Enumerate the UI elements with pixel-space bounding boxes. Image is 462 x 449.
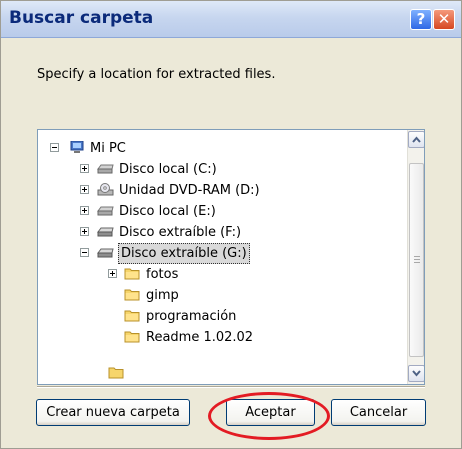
scroll-up-button[interactable] bbox=[408, 131, 424, 148]
folder-tree[interactable]: Mi PC Disco local (C:) Unidad DVD-RAM (D… bbox=[37, 129, 425, 385]
tree-item-label: gimp bbox=[146, 288, 179, 303]
expand-icon[interactable] bbox=[80, 206, 89, 215]
title-bar[interactable]: Buscar carpeta ? ✕ bbox=[1, 1, 461, 38]
chevron-up-icon bbox=[412, 136, 421, 143]
removable-drive-icon bbox=[97, 227, 114, 237]
tree-item-label: fotos bbox=[146, 267, 179, 282]
tree-item-disco-extraible-f[interactable]: Disco extraíble (F:) bbox=[48, 222, 388, 243]
new-folder-button[interactable]: Crear nueva carpeta bbox=[36, 399, 190, 426]
folder-icon bbox=[108, 367, 124, 379]
dialog-description: Specify a location for extracted files. bbox=[37, 67, 276, 82]
tree-item-partial[interactable] bbox=[48, 355, 388, 384]
tree-item-label: Disco extraíble (G:) bbox=[118, 243, 250, 264]
tree-item-unidad-dvd-ram-d[interactable]: Unidad DVD-RAM (D:) bbox=[48, 180, 388, 201]
tree-item-readme[interactable]: Readme 1.02.02 bbox=[48, 327, 388, 348]
expand-icon[interactable] bbox=[80, 164, 89, 173]
scroll-thumb[interactable] bbox=[409, 163, 424, 357]
tree-scrollbar[interactable] bbox=[407, 130, 424, 384]
tree-item-label: Readme 1.02.02 bbox=[146, 330, 254, 345]
tree-item-disco-extraible-g[interactable]: Disco extraíble (G:) bbox=[48, 243, 388, 264]
tree-item-label: Disco local (E:) bbox=[119, 204, 216, 219]
hard-drive-icon bbox=[97, 206, 114, 216]
expand-icon[interactable] bbox=[80, 185, 89, 194]
tree-item-mi-pc[interactable]: Mi PC bbox=[48, 138, 388, 159]
folder-icon bbox=[124, 331, 140, 343]
tree-item-disco-local-c[interactable]: Disco local (C:) bbox=[48, 159, 388, 180]
expand-icon[interactable] bbox=[108, 269, 117, 278]
thumb-grip bbox=[414, 256, 420, 257]
close-button[interactable]: ✕ bbox=[433, 9, 455, 30]
folder-icon bbox=[124, 268, 140, 280]
highlight-oval bbox=[208, 392, 330, 440]
thumb-grip bbox=[414, 262, 420, 263]
tree-item-label: Unidad DVD-RAM (D:) bbox=[119, 183, 260, 198]
tree-item-label: Mi PC bbox=[90, 141, 126, 156]
help-button[interactable]: ? bbox=[410, 9, 432, 30]
folder-icon bbox=[124, 310, 140, 322]
dvd-drive-icon bbox=[97, 183, 114, 196]
folder-icon bbox=[124, 289, 140, 301]
collapse-icon[interactable] bbox=[50, 143, 59, 152]
browse-folder-dialog: Buscar carpeta ? ✕ Specify a location fo… bbox=[0, 0, 462, 449]
computer-icon bbox=[70, 141, 84, 153]
expand-icon[interactable] bbox=[80, 227, 89, 236]
scroll-down-button[interactable] bbox=[408, 365, 424, 382]
tree-item-gimp[interactable]: gimp bbox=[48, 285, 388, 306]
tree-item-disco-local-e[interactable]: Disco local (E:) bbox=[48, 201, 388, 222]
tree-bottom-edge bbox=[37, 386, 425, 388]
tree-item-label: Disco local (C:) bbox=[119, 162, 217, 177]
collapse-icon[interactable] bbox=[80, 248, 89, 257]
tree-item-label: programación bbox=[146, 309, 237, 324]
chevron-down-icon bbox=[412, 370, 421, 377]
cancel-button[interactable]: Cancelar bbox=[331, 399, 426, 426]
tree-item-programacion[interactable]: programación bbox=[48, 306, 388, 327]
dialog-title: Buscar carpeta bbox=[9, 8, 154, 28]
thumb-grip bbox=[414, 259, 420, 260]
tree-item-fotos[interactable]: fotos bbox=[48, 264, 388, 285]
tree-item-label: Disco extraíble (F:) bbox=[119, 225, 242, 240]
hard-drive-icon bbox=[97, 164, 114, 174]
removable-drive-icon bbox=[97, 248, 114, 258]
